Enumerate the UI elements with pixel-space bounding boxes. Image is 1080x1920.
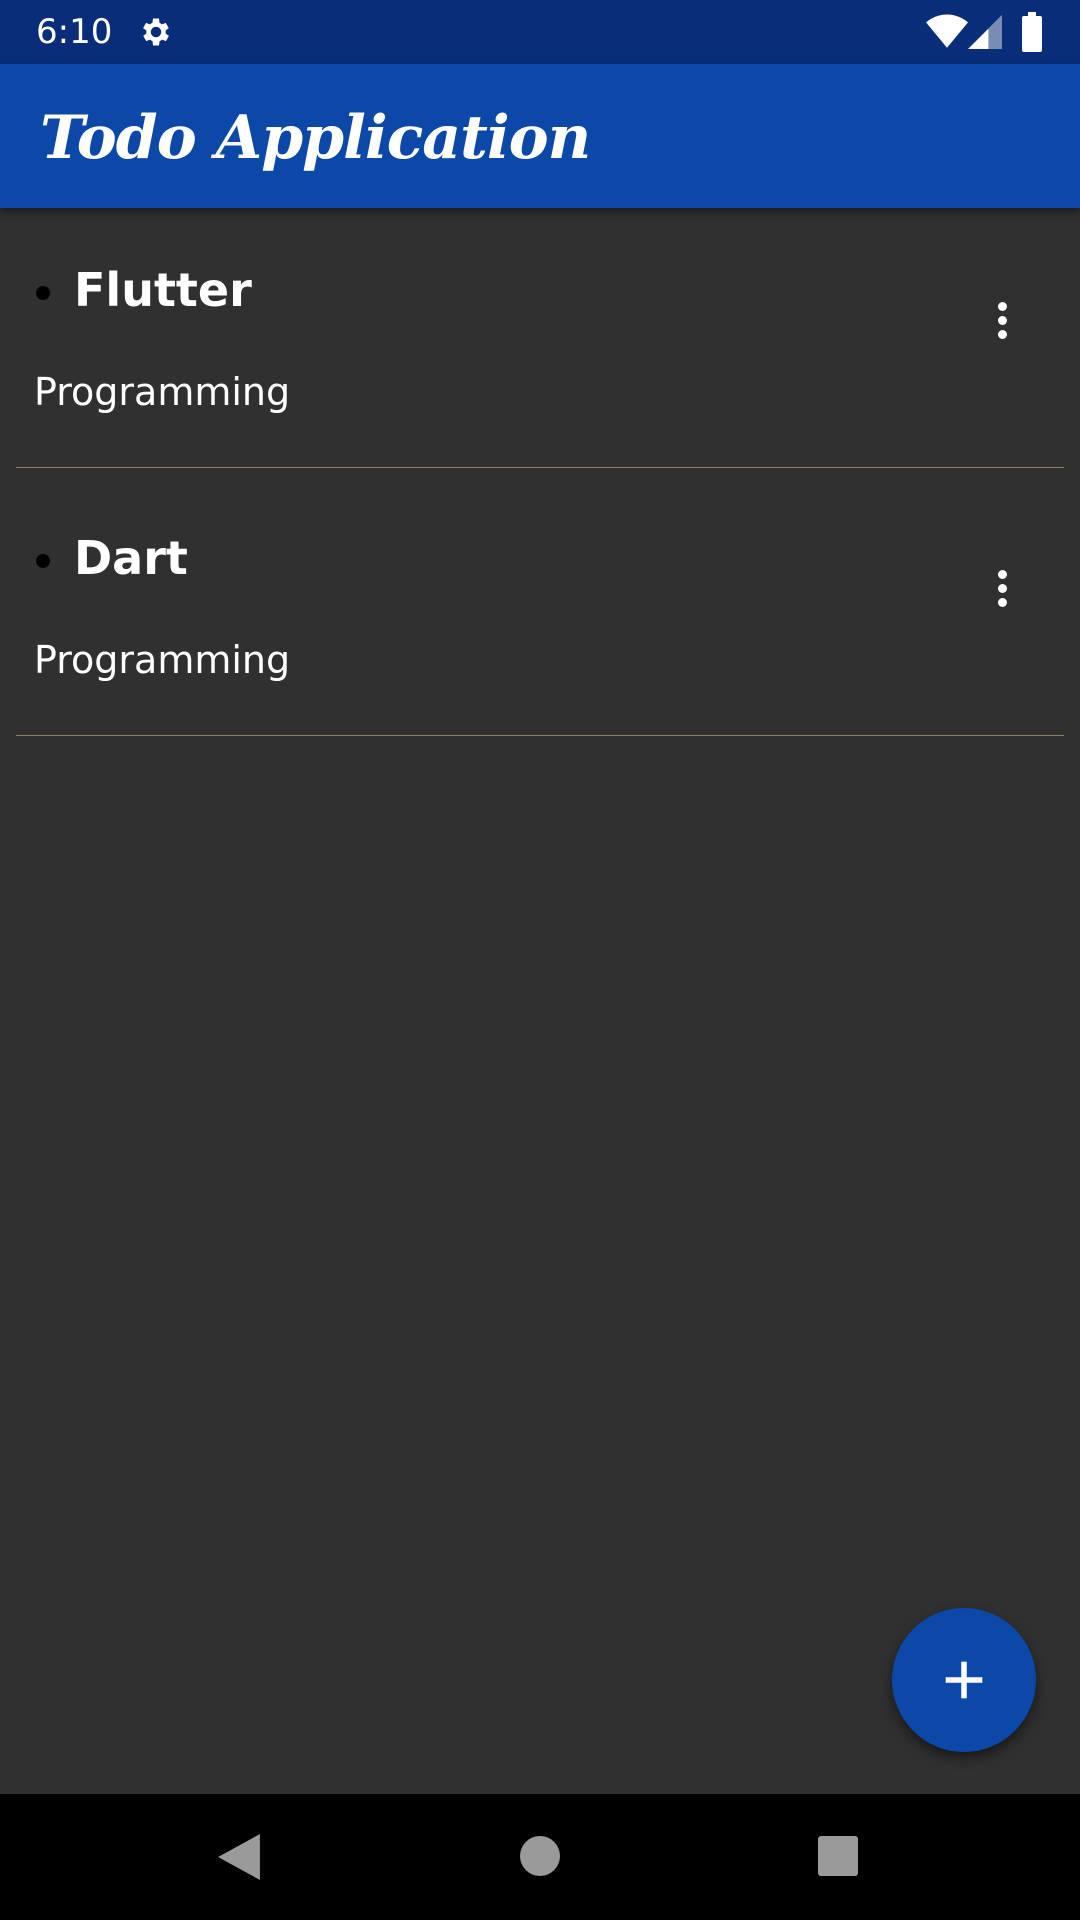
todo-title: Dart [74, 531, 188, 585]
screen: 6:10 Todo Application Flutter Programmin… [0, 0, 1080, 1920]
app-title: Todo Application [40, 103, 591, 173]
bullet-icon [36, 554, 50, 568]
todo-item-flutter[interactable]: Flutter Programming [0, 208, 1080, 468]
home-icon[interactable] [520, 1836, 560, 1876]
plus-icon [945, 1661, 983, 1699]
more-vert-icon[interactable] [980, 290, 1024, 350]
navigation-bar [0, 1794, 1080, 1920]
gear-icon [143, 18, 169, 46]
status-time: 6:10 [36, 12, 113, 52]
more-vert-icon[interactable] [980, 558, 1024, 618]
add-todo-button[interactable] [892, 1608, 1036, 1752]
todo-category: Programming [34, 638, 291, 682]
todo-category: Programming [34, 370, 291, 414]
battery-icon [1022, 12, 1042, 52]
app-bar: Todo Application [0, 64, 1080, 208]
divider [16, 735, 1064, 736]
recents-icon[interactable] [818, 1836, 858, 1876]
bullet-icon [36, 286, 50, 300]
back-icon[interactable] [218, 1834, 260, 1880]
todo-item-dart[interactable]: Dart Programming [0, 476, 1080, 736]
todo-list: Flutter Programming Dart Programming [0, 208, 1080, 736]
status-bar: 6:10 [0, 0, 1080, 64]
todo-title: Flutter [74, 263, 252, 317]
wifi-icon [926, 14, 968, 48]
divider [16, 467, 1064, 468]
signal-icon [968, 15, 1002, 49]
